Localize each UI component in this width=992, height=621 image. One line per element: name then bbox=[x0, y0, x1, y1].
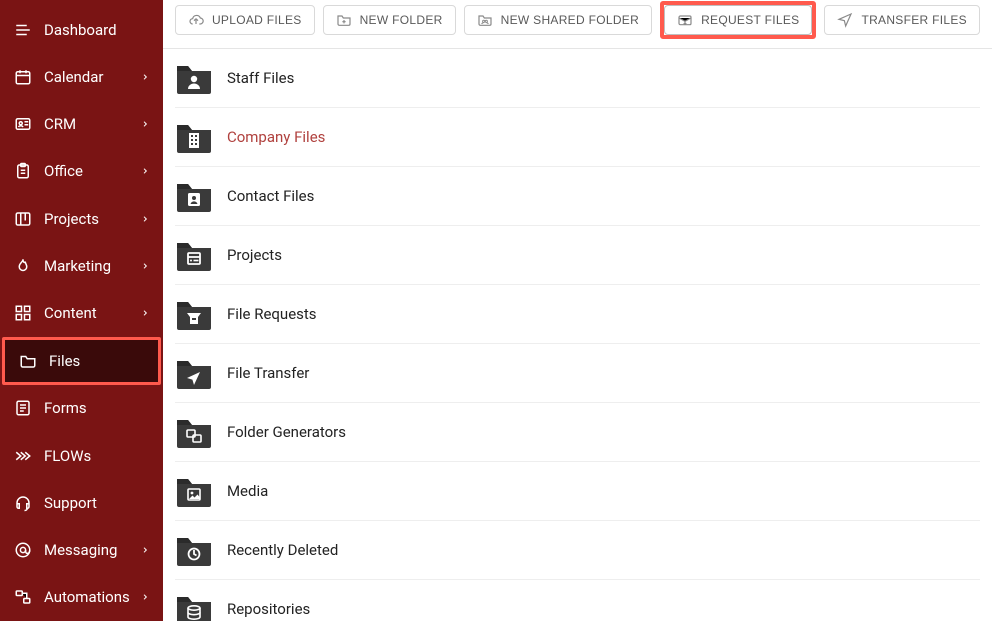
chevron-right-icon bbox=[141, 309, 149, 317]
sidebar-active-highlight: Files bbox=[2, 337, 161, 385]
sidebar-item-label: Files bbox=[49, 352, 144, 370]
form-icon bbox=[14, 399, 32, 417]
sidebar: Dashboard Calendar CRM Office Projects Market… bbox=[0, 0, 163, 621]
sidebar-item-label: Support bbox=[44, 494, 149, 512]
new-shared-folder-button[interactable]: NEW SHARED FOLDER bbox=[464, 5, 652, 35]
folder-row[interactable]: Media bbox=[175, 462, 980, 521]
headset-icon bbox=[14, 494, 32, 512]
folder-deleted-icon bbox=[175, 534, 213, 566]
folder-row[interactable]: Folder Generators bbox=[175, 403, 980, 462]
folder-media-icon bbox=[175, 475, 213, 507]
kanban-icon bbox=[14, 210, 32, 228]
folder-label: Recently Deleted bbox=[227, 541, 338, 559]
folder-label: Contact Files bbox=[227, 187, 314, 205]
request-files-button[interactable]: REQUEST FILES bbox=[664, 5, 812, 35]
folder-staff-icon bbox=[175, 62, 213, 94]
sidebar-item-label: Messaging bbox=[44, 541, 141, 559]
sidebar-item-label: FLOWs bbox=[44, 447, 149, 465]
folder-icon bbox=[19, 352, 37, 370]
toolbar-highlight: REQUEST FILES bbox=[660, 1, 816, 39]
cloud-upload-icon bbox=[188, 12, 204, 28]
toolbar: UPLOAD FILES NEW FOLDER NEW SHARED FOLDER R… bbox=[163, 0, 992, 49]
main-panel: UPLOAD FILES NEW FOLDER NEW SHARED FOLDER R… bbox=[163, 0, 992, 621]
transfer-files-button[interactable]: TRANSFER FILES bbox=[824, 5, 980, 35]
sidebar-item-label: Forms bbox=[44, 399, 149, 417]
at-icon bbox=[14, 541, 32, 559]
toolbar-button-label: TRANSFER FILES bbox=[861, 13, 967, 27]
folder-repos-icon bbox=[175, 593, 213, 621]
flow-icon bbox=[14, 447, 32, 465]
folder-label: Staff Files bbox=[227, 69, 294, 87]
folder-row[interactable]: Company Files bbox=[175, 108, 980, 167]
upload-files-button[interactable]: UPLOAD FILES bbox=[175, 5, 315, 35]
sidebar-item-label: CRM bbox=[44, 115, 141, 133]
flame-icon bbox=[14, 257, 32, 275]
toolbar-button-label: NEW FOLDER bbox=[360, 13, 443, 27]
folder-row[interactable]: File Transfer bbox=[175, 344, 980, 403]
sidebar-item-marketing[interactable]: Marketing bbox=[0, 242, 163, 289]
chevron-right-icon bbox=[141, 167, 149, 175]
folder-label: Media bbox=[227, 482, 268, 500]
calendar-icon bbox=[14, 68, 32, 86]
id-card-icon bbox=[14, 115, 32, 133]
folder-plus-icon bbox=[336, 12, 352, 28]
request-files-icon bbox=[677, 12, 693, 28]
toolbar-button-label: NEW SHARED FOLDER bbox=[501, 13, 639, 27]
folder-label: Repositories bbox=[227, 600, 310, 618]
tiles-icon bbox=[14, 304, 32, 322]
sidebar-item-messaging[interactable]: Messaging bbox=[0, 527, 163, 574]
folder-contact-icon bbox=[175, 180, 213, 212]
sidebar-item-projects[interactable]: Projects bbox=[0, 195, 163, 242]
folder-label: Folder Generators bbox=[227, 423, 346, 441]
chevron-right-icon bbox=[141, 546, 149, 554]
chevron-right-icon bbox=[141, 593, 149, 601]
shared-folder-icon bbox=[477, 12, 493, 28]
folder-row[interactable]: File Requests bbox=[175, 285, 980, 344]
toolbar-button-label: UPLOAD FILES bbox=[212, 13, 302, 27]
folder-row[interactable]: Repositories bbox=[175, 580, 980, 621]
sidebar-item-support[interactable]: Support bbox=[0, 479, 163, 526]
sidebar-item-label: Content bbox=[44, 304, 141, 322]
sidebar-item-flows[interactable]: FLOWs bbox=[0, 432, 163, 479]
chevron-right-icon bbox=[141, 215, 149, 223]
menu-list-icon bbox=[14, 21, 32, 39]
toolbar-button-label: REQUEST FILES bbox=[701, 13, 799, 27]
sidebar-item-label: Automations bbox=[44, 588, 141, 606]
folder-requests-icon bbox=[175, 298, 213, 330]
sidebar-item-files[interactable]: Files bbox=[5, 340, 158, 382]
folder-row[interactable]: Recently Deleted bbox=[175, 521, 980, 580]
automation-icon bbox=[14, 588, 32, 606]
folder-row[interactable]: Staff Files bbox=[175, 49, 980, 108]
sidebar-item-label: Office bbox=[44, 162, 141, 180]
folder-row[interactable]: Projects bbox=[175, 226, 980, 285]
sidebar-item-dashboard[interactable]: Dashboard bbox=[0, 6, 163, 53]
folder-projects-icon bbox=[175, 239, 213, 271]
chevron-right-icon bbox=[141, 262, 149, 270]
sidebar-item-label: Marketing bbox=[44, 257, 141, 275]
clipboard-icon bbox=[14, 162, 32, 180]
sidebar-item-automations[interactable]: Automations bbox=[0, 574, 163, 621]
folder-label: File Requests bbox=[227, 305, 317, 323]
sidebar-item-calendar[interactable]: Calendar bbox=[0, 53, 163, 100]
folder-label: File Transfer bbox=[227, 364, 309, 382]
folder-company-icon bbox=[175, 121, 213, 153]
folder-transfer-icon bbox=[175, 357, 213, 389]
sidebar-item-crm[interactable]: CRM bbox=[0, 101, 163, 148]
folder-generators-icon bbox=[175, 416, 213, 448]
sidebar-item-label: Dashboard bbox=[44, 21, 149, 39]
sidebar-item-label: Projects bbox=[44, 210, 141, 228]
chevron-right-icon bbox=[141, 120, 149, 128]
sidebar-item-label: Calendar bbox=[44, 68, 141, 86]
sidebar-item-office[interactable]: Office bbox=[0, 148, 163, 195]
new-folder-button[interactable]: NEW FOLDER bbox=[323, 5, 456, 35]
folder-row[interactable]: Contact Files bbox=[175, 167, 980, 226]
paper-plane-icon bbox=[837, 12, 853, 28]
sidebar-item-content[interactable]: Content bbox=[0, 290, 163, 337]
folder-label: Projects bbox=[227, 246, 282, 264]
folder-list: Staff Files Company Files Contact Files Pro… bbox=[163, 49, 992, 621]
chevron-right-icon bbox=[141, 73, 149, 81]
sidebar-item-forms[interactable]: Forms bbox=[0, 385, 163, 432]
folder-label: Company Files bbox=[227, 128, 325, 146]
